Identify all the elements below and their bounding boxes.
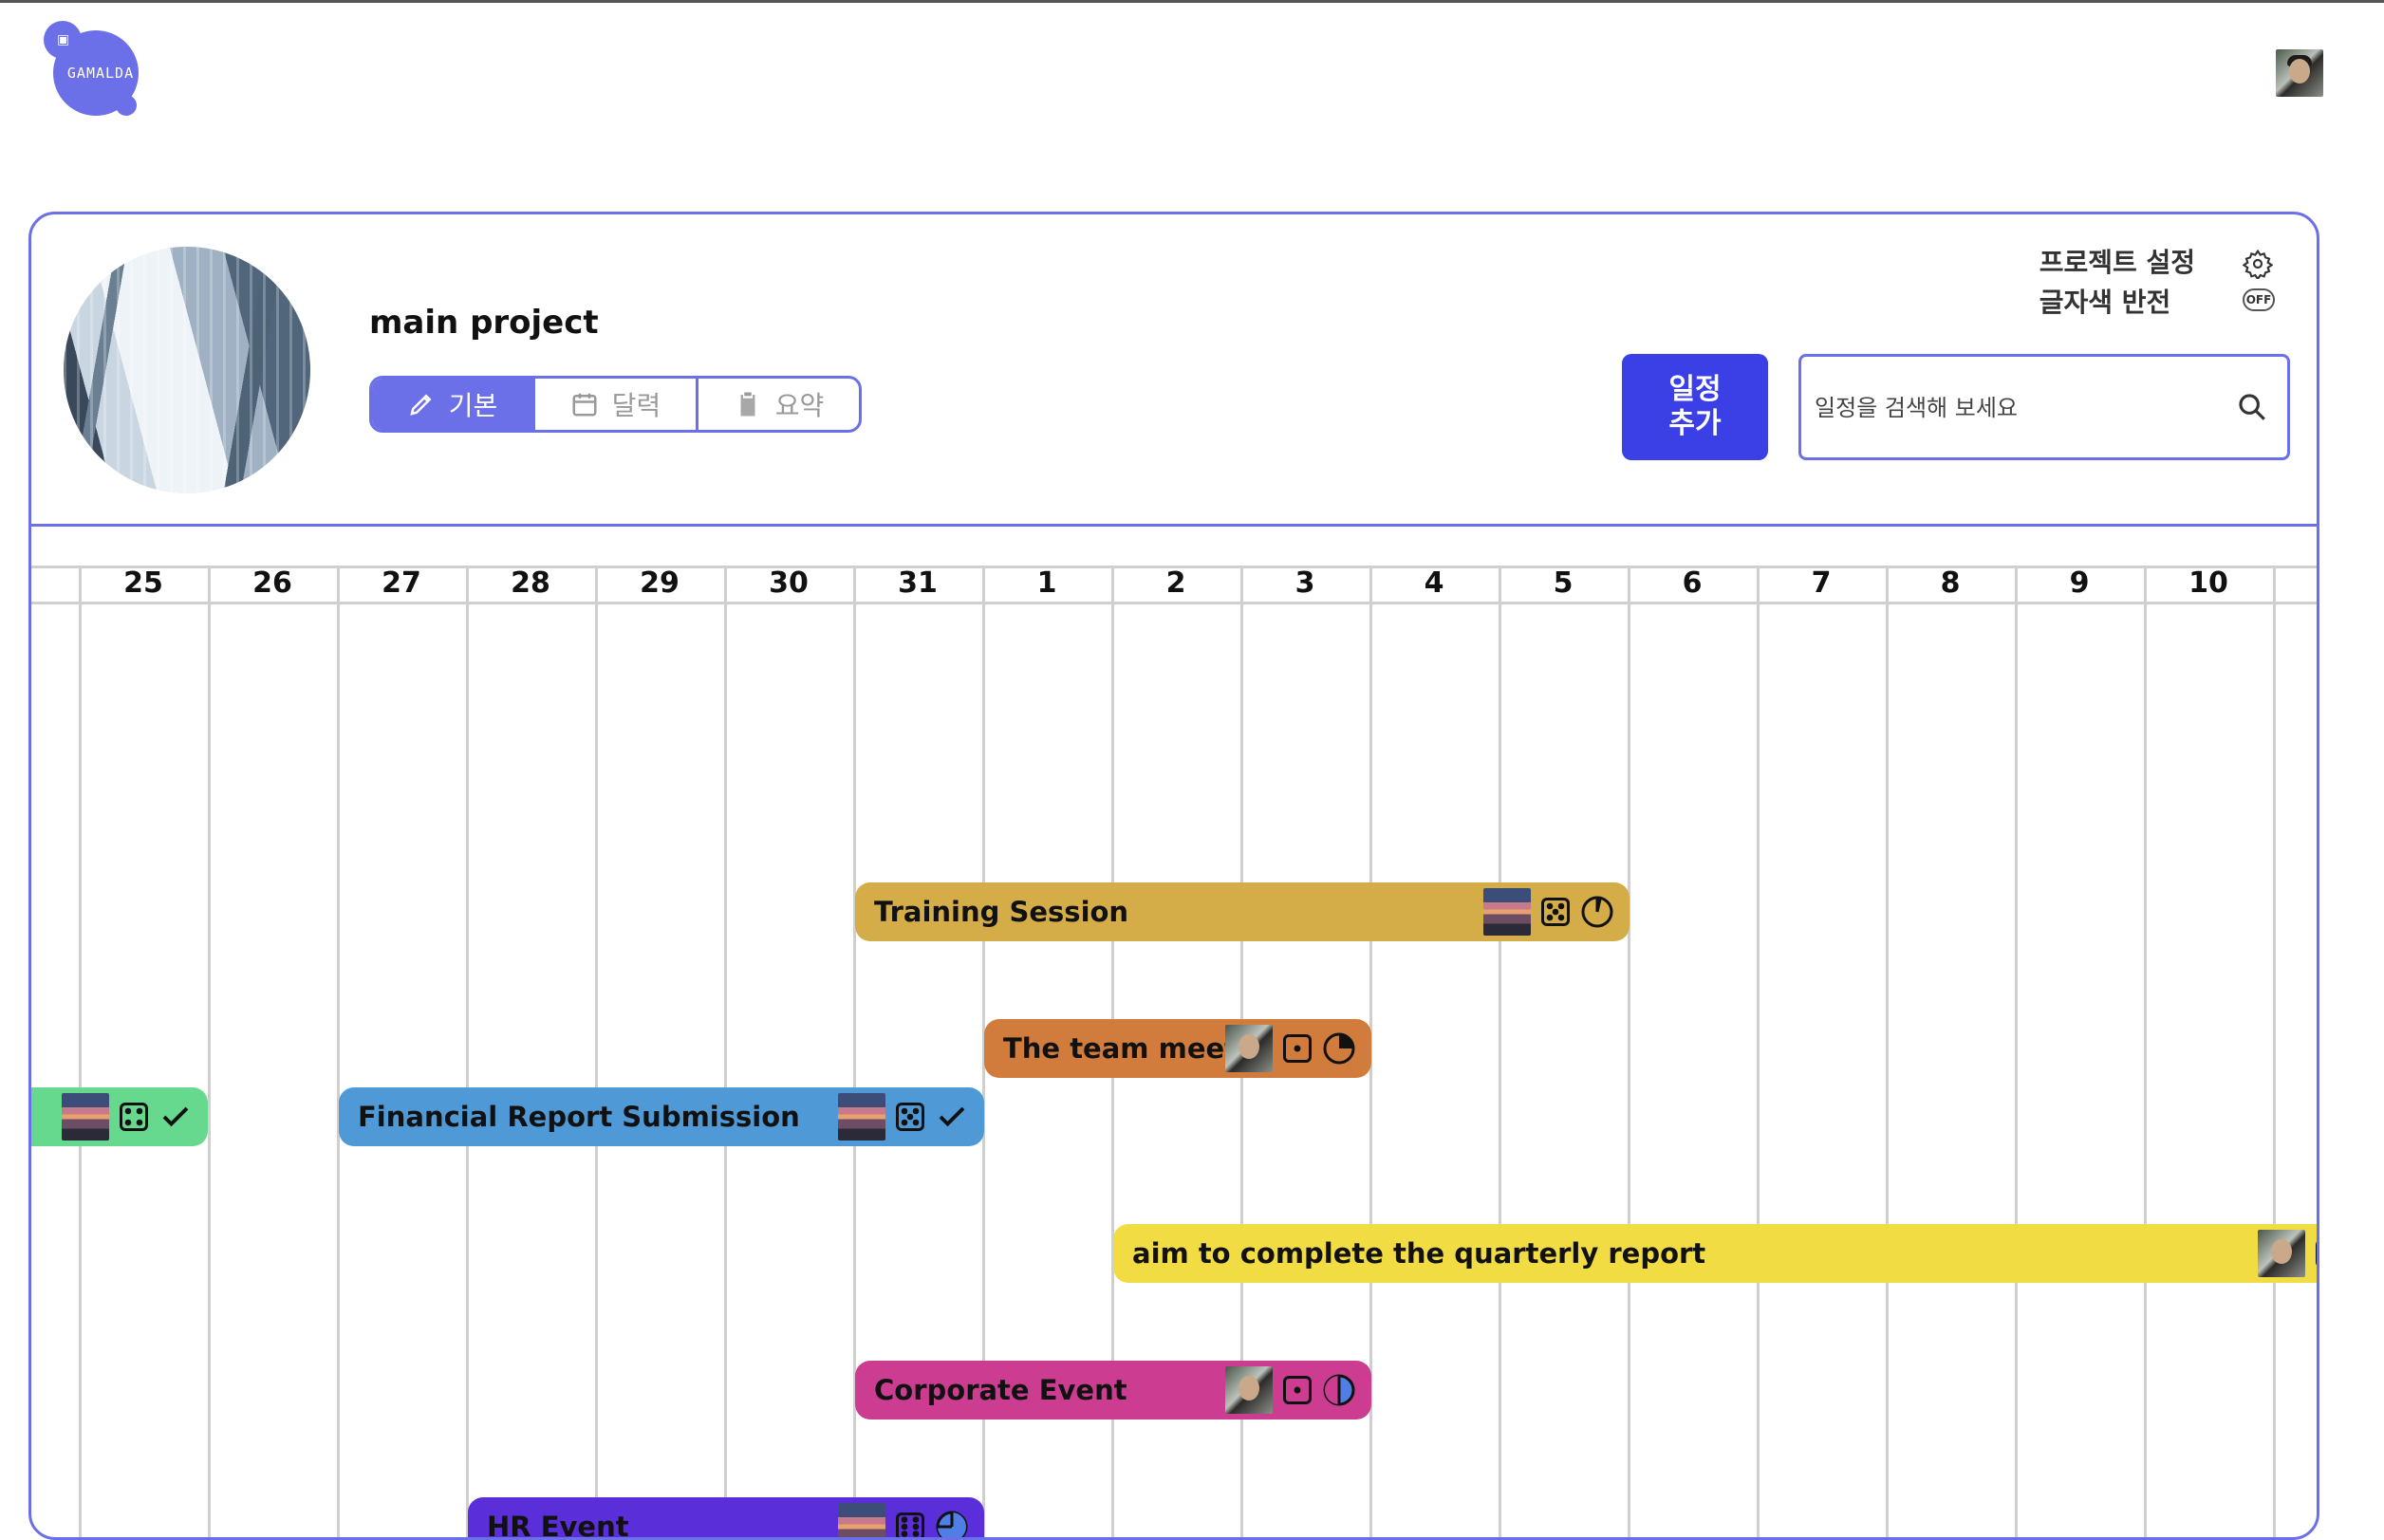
check-icon xyxy=(939,1106,965,1127)
assignee-avatar xyxy=(2258,1230,2305,1277)
day-label: 5 xyxy=(1553,566,1574,600)
day-gridline xyxy=(337,566,340,1537)
day-gridline xyxy=(1757,566,1760,1537)
day-label: 9 xyxy=(2069,566,2090,600)
dice-one-icon xyxy=(1283,1376,1312,1404)
logo-text: GAMALDA xyxy=(66,65,135,82)
add-schedule-button[interactable]: 일정 추가 xyxy=(1622,354,1768,460)
progress-quarter-icon xyxy=(1323,1032,1355,1065)
event-bar[interactable] xyxy=(31,1087,208,1146)
day-label: 27 xyxy=(382,566,421,600)
day-label: 31 xyxy=(898,566,938,600)
event-bar[interactable]: Corporate Event xyxy=(855,1361,1371,1419)
event-title: HR Event xyxy=(487,1511,629,1540)
day-gridline xyxy=(1628,566,1630,1537)
calendar-icon xyxy=(572,393,597,417)
assignee-avatar xyxy=(1225,1366,1273,1414)
user-avatar[interactable] xyxy=(2276,49,2323,97)
window-top-border xyxy=(0,0,2384,3)
gamalda-logo[interactable]: ▣ GAMALDA xyxy=(42,19,146,123)
search-box xyxy=(1798,354,2290,460)
event-title: The team meeting xyxy=(1003,1032,1225,1065)
project-title: main project xyxy=(369,304,599,342)
day-gridline xyxy=(79,566,82,1537)
search-input[interactable] xyxy=(1813,357,2215,459)
event-bar[interactable]: Financial Report Submission xyxy=(339,1087,984,1146)
clipboard-icon xyxy=(740,392,755,417)
gear-icon[interactable] xyxy=(2243,249,2273,279)
day-label: 2 xyxy=(1165,566,1186,600)
day-label: 1 xyxy=(1036,566,1057,600)
gantt-timeline: 25 26 27 28 29 30 31 1 2 3 4 5 6 7 8 9 10 Training Sessi… xyxy=(31,537,2317,1540)
progress-quarter-icon xyxy=(1581,896,1613,928)
tab-calendar-label: 달력 xyxy=(611,390,661,421)
tab-calendar[interactable]: 달력 xyxy=(532,379,696,430)
settings-icons: OFF xyxy=(2243,249,2281,311)
event-bar[interactable]: HR Event xyxy=(468,1497,984,1540)
project-panel: main project 기본 달력 요약 프로젝트 설정 글자색 반전 OFF… xyxy=(28,212,2319,1540)
day-label: 6 xyxy=(1682,566,1703,600)
settings-labels: 프로젝트 설정 글자색 반전 xyxy=(2039,243,2195,323)
event-title: Corporate Event xyxy=(874,1374,1127,1406)
day-gridline xyxy=(2144,566,2147,1537)
logo-mark-icon: ▣ xyxy=(57,32,70,47)
day-gridline xyxy=(208,566,211,1537)
invert-toggle[interactable]: OFF xyxy=(2243,288,2275,311)
tab-summary-label: 요약 xyxy=(774,390,825,421)
assignee-avatar xyxy=(838,1503,885,1537)
day-label: 10 xyxy=(2188,566,2228,600)
day-gridline xyxy=(1499,566,1501,1537)
dice-six-icon xyxy=(896,1512,924,1537)
project-cover-image xyxy=(64,247,310,493)
day-gridline xyxy=(2273,566,2276,1537)
day-gridline xyxy=(724,566,727,1537)
project-settings-link[interactable]: 프로젝트 설정 xyxy=(2039,243,2195,283)
check-icon xyxy=(162,1106,189,1127)
tab-summary[interactable]: 요약 xyxy=(696,379,859,430)
dice-one-icon xyxy=(2316,1241,2317,1266)
day-label: 3 xyxy=(1294,566,1315,600)
dice-five-icon xyxy=(1541,898,1570,926)
pencil-icon xyxy=(410,394,432,416)
day-label: 26 xyxy=(252,566,292,600)
day-gridline xyxy=(2015,566,2018,1537)
event-bar[interactable]: aim to complete the quarterly report xyxy=(1113,1224,2317,1283)
event-title: aim to complete the quarterly report xyxy=(1132,1237,1706,1270)
invert-text-color-label: 글자색 반전 xyxy=(2039,287,2171,318)
header-divider xyxy=(31,524,2317,527)
tab-basic[interactable]: 기본 xyxy=(372,379,532,430)
progress-three-quarter-icon xyxy=(936,1511,968,1537)
day-label: 4 xyxy=(1424,566,1444,600)
assignee-avatar xyxy=(838,1093,885,1141)
view-tabs: 기본 달력 요약 xyxy=(369,376,862,433)
day-label: 29 xyxy=(640,566,680,600)
tab-basic-label: 기본 xyxy=(448,390,498,421)
day-label: 7 xyxy=(1811,566,1832,600)
day-gridline xyxy=(1886,566,1889,1537)
day-gridline xyxy=(466,566,469,1537)
assignee-avatar xyxy=(1483,888,1531,936)
event-bar[interactable]: The team meeting xyxy=(984,1019,1371,1078)
event-title: Training Session xyxy=(874,896,1129,928)
day-label: 8 xyxy=(1940,566,1961,600)
dice-one-icon xyxy=(1283,1034,1312,1063)
day-label: 25 xyxy=(123,566,163,600)
event-title: Financial Report Submission xyxy=(358,1101,800,1133)
day-gridline xyxy=(595,566,598,1537)
progress-half-icon xyxy=(1323,1374,1355,1406)
assignee-avatar xyxy=(1225,1025,1273,1072)
dice-five-icon xyxy=(896,1103,924,1131)
day-label: 28 xyxy=(511,566,550,600)
dice-four-icon xyxy=(120,1103,148,1131)
assignee-avatar xyxy=(62,1093,109,1141)
event-bar[interactable]: Training Session xyxy=(855,882,1630,941)
search-icon[interactable] xyxy=(2236,391,2268,423)
day-label: 30 xyxy=(769,566,809,600)
